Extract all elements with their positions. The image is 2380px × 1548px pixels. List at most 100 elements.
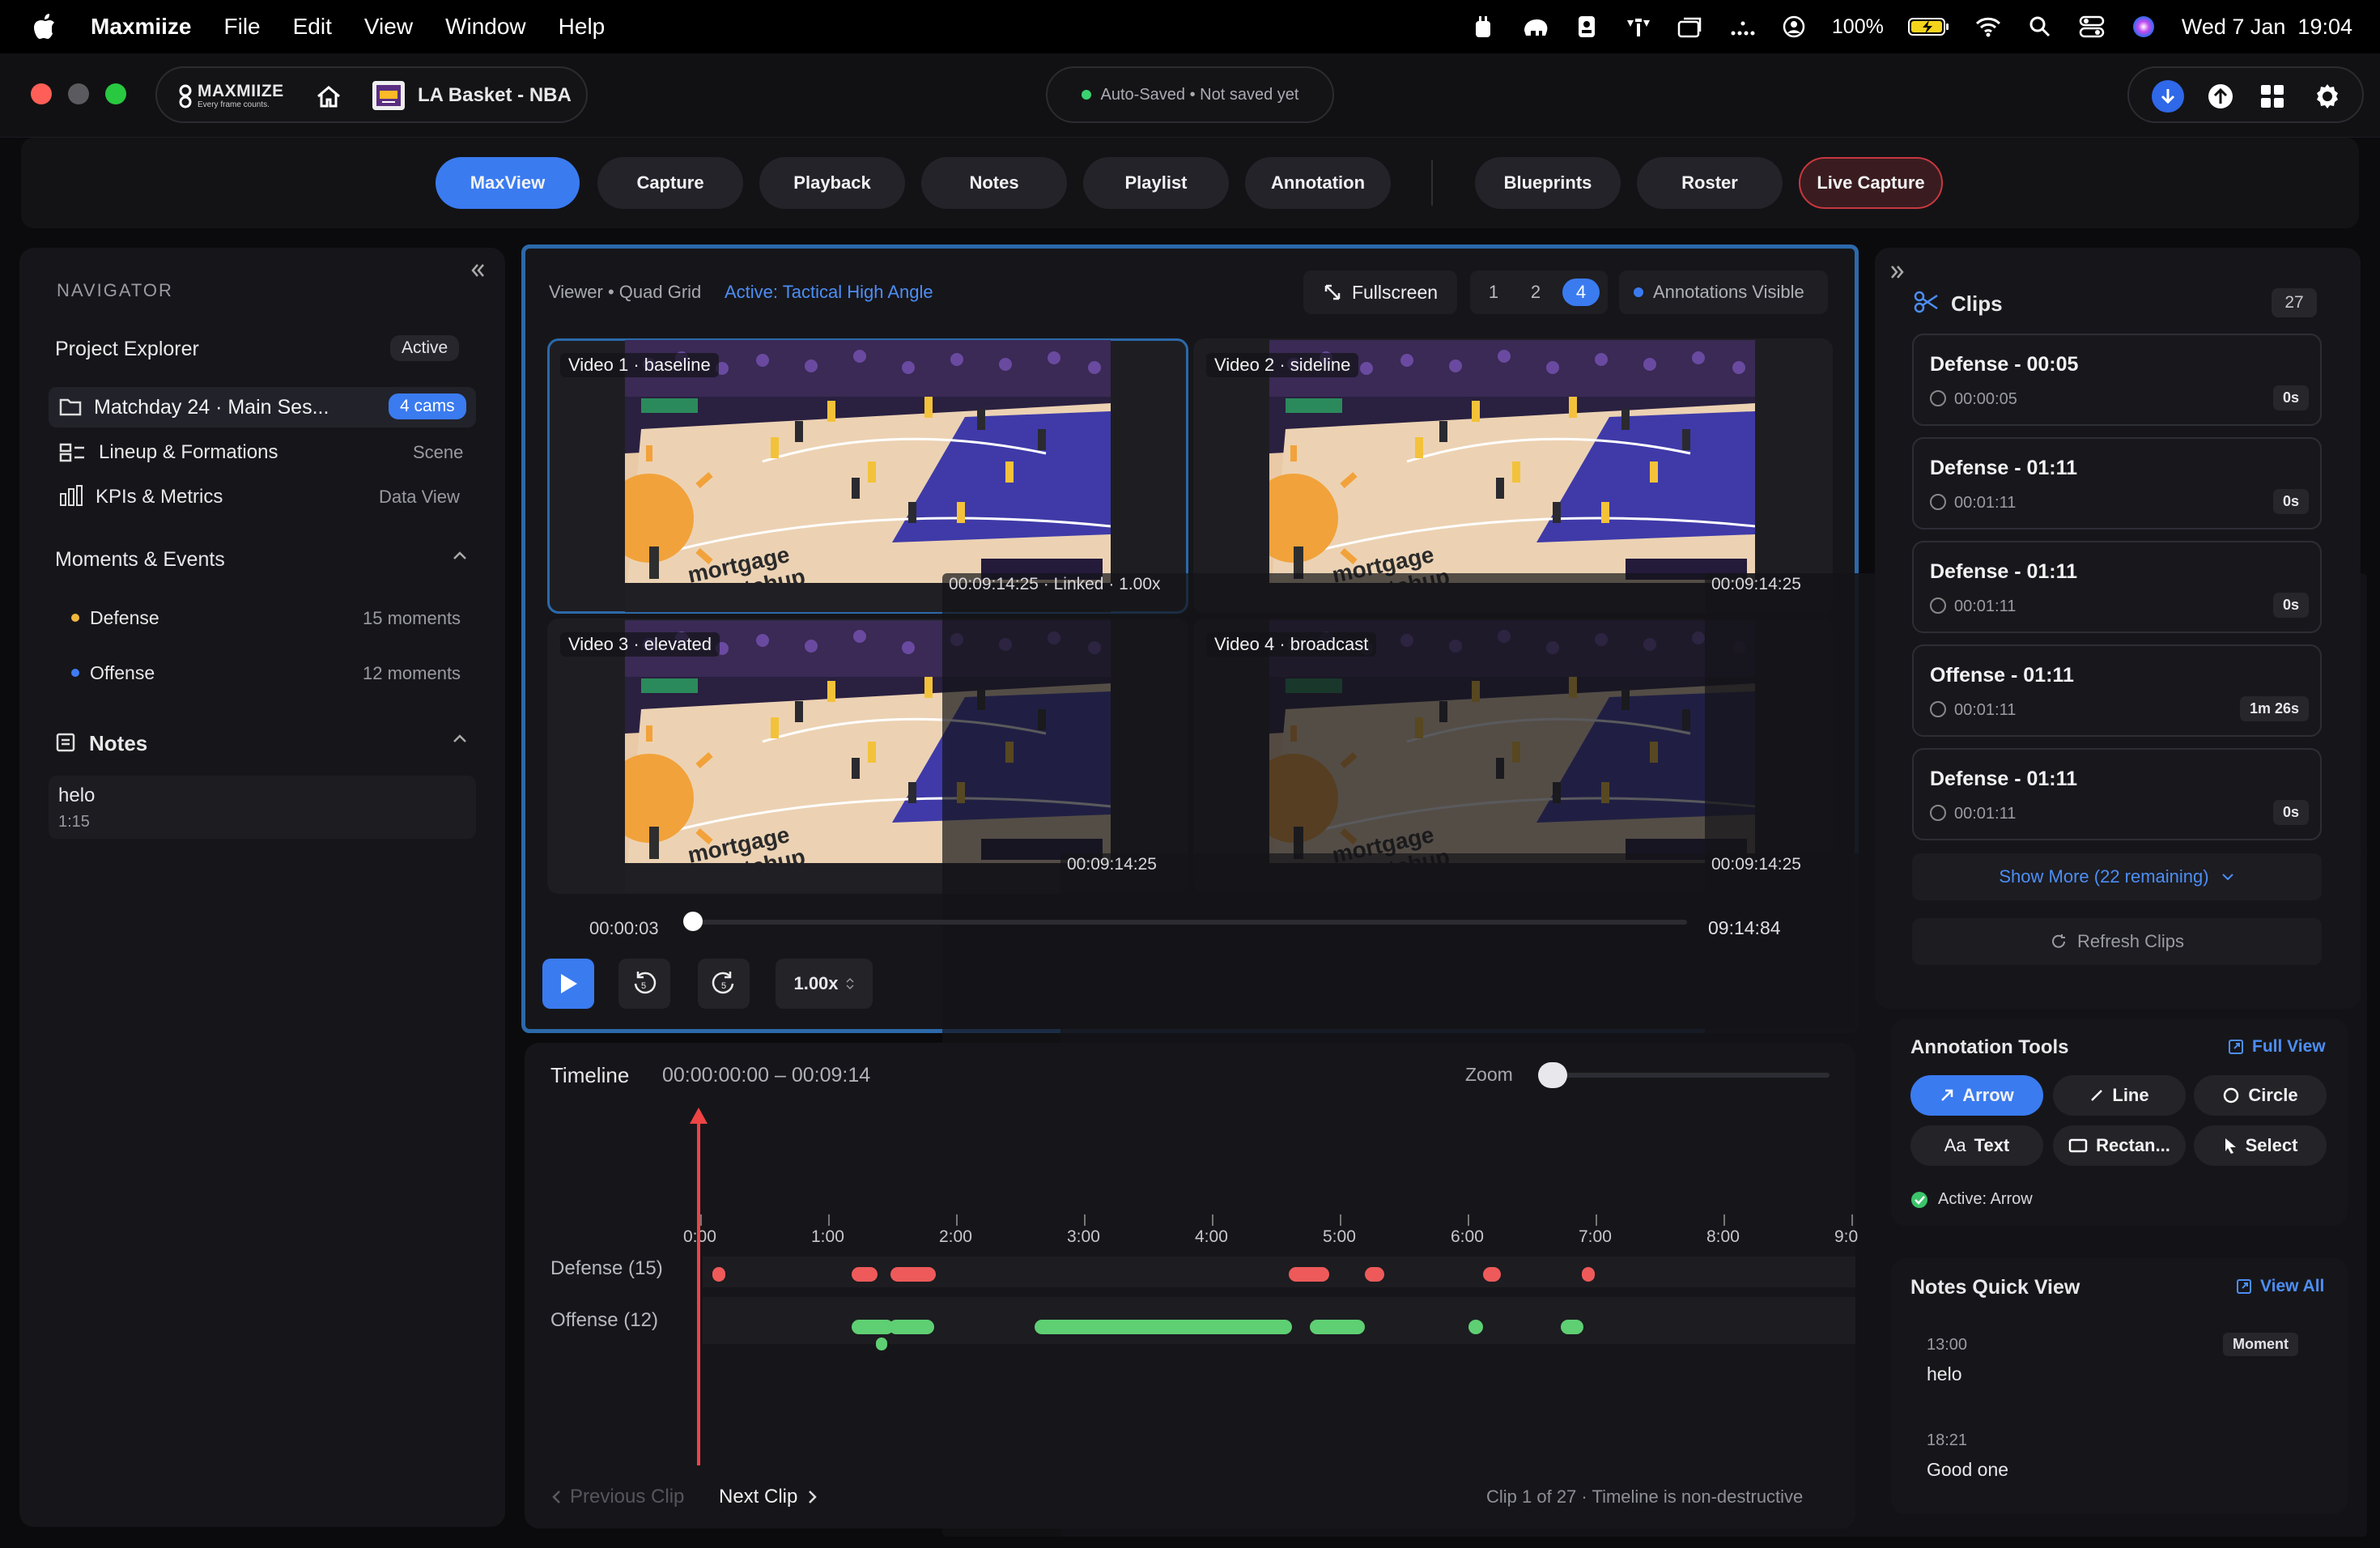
grid-option-4[interactable]: 4 [1562,279,1600,306]
battery-icon[interactable] [1907,15,1950,39]
upload-icon[interactable] [2205,81,2236,116]
tool-select[interactable]: Select [2194,1125,2327,1166]
skip-forward-button[interactable]: 5 [698,959,750,1009]
fullscreen-button[interactable]: Fullscreen [1303,270,1457,314]
moment-defense-label[interactable]: Defense [90,607,159,629]
live-capture-button[interactable]: Live Capture [1799,157,1943,209]
refresh-clips-button[interactable]: Refresh Clips [1912,918,2322,965]
home-icon[interactable] [316,84,342,113]
defense-clip-marker[interactable] [712,1267,725,1282]
tool-line[interactable]: Line [2053,1075,2186,1116]
status-dots-icon[interactable] [1728,15,1756,39]
tab-maxview[interactable]: MaxView [436,157,580,209]
defense-clip-marker[interactable] [1365,1267,1384,1282]
clip-card[interactable]: Defense - 01:11 00:01:11 0s [1912,541,2322,633]
show-more-clips-button[interactable]: Show More (22 remaining) [1912,853,2322,900]
note-card[interactable] [49,776,476,839]
playhead-triangle-icon[interactable] [690,1108,708,1124]
status-app-icon-3[interactable] [1625,15,1652,39]
offense-clip-marker[interactable] [1310,1320,1365,1334]
offense-clip-marker[interactable] [1035,1320,1292,1334]
control-center-icon[interactable] [2078,15,2106,39]
download-icon[interactable] [2152,80,2184,113]
play-button[interactable] [542,959,594,1009]
menu-window[interactable]: Window [445,14,526,40]
status-window-icon[interactable] [1677,15,1704,39]
tab-playlist[interactable]: Playlist [1083,157,1229,209]
full-view-link[interactable]: Full View [2228,1037,2326,1057]
expand-right-icon[interactable] [1888,262,1907,286]
nav-item-lineup-label[interactable]: Lineup & Formations [99,441,278,464]
moments-heading[interactable]: Moments & Events [55,548,225,572]
view-all-notes-link[interactable]: View All [2236,1277,2324,1296]
menu-edit[interactable]: Edit [293,14,332,40]
clip-card[interactable]: Defense - 00:05 00:00:05 0s [1912,334,2322,426]
defense-clip-marker[interactable] [1582,1267,1595,1282]
menubar-clock[interactable]: Wed 7 Jan 19:04 [2182,15,2352,40]
collapse-left-icon[interactable] [468,261,487,284]
offense-clip-marker[interactable] [852,1320,894,1334]
next-clip-button[interactable]: Next Clip [719,1486,818,1508]
tab-capture[interactable]: Capture [597,157,743,209]
scrubber-handle[interactable] [683,912,703,931]
chevron-up-icon[interactable] [450,547,470,568]
clip-card[interactable]: Offense - 01:11 00:01:11 1m 26s [1912,644,2322,737]
team-logo-icon [372,81,405,110]
spotlight-search-icon[interactable] [2026,15,2054,39]
defense-clip-marker[interactable] [890,1267,936,1282]
nav-item-kpis-label[interactable]: KPIs & Metrics [96,486,223,508]
siri-icon[interactable] [2130,15,2157,39]
clip-card[interactable]: Defense - 01:11 00:01:11 0s [1912,748,2322,840]
tool-arrow[interactable]: Arrow [1910,1075,2043,1116]
status-elephant-icon[interactable] [1521,15,1549,39]
tab-annotation[interactable]: Annotation [1245,157,1391,209]
quick-note-1[interactable] [1910,1320,2331,1397]
grid-option-2[interactable]: 2 [1524,280,1548,304]
moment-offense-label[interactable]: Offense [90,662,155,684]
grid-option-1[interactable]: 1 [1481,280,1506,304]
tool-rectangle[interactable]: Rectan... [2053,1125,2186,1166]
zoom-window-button[interactable] [105,83,126,104]
notes-chevron-up-icon[interactable] [450,730,470,751]
defense-clip-marker[interactable] [1483,1267,1501,1282]
tab-blueprints[interactable]: Blueprints [1475,157,1621,209]
previous-clip-button[interactable]: Previous Clip [550,1486,684,1508]
menu-file[interactable]: File [224,14,261,40]
playhead[interactable] [697,1119,700,1465]
offense-clip-marker[interactable] [1561,1320,1583,1334]
zoom-slider[interactable] [1548,1073,1830,1078]
defense-clip-marker[interactable] [852,1267,878,1282]
minimize-window-button[interactable] [68,83,89,104]
annotations-visible-toggle[interactable]: Annotations Visible [1619,270,1828,314]
tab-roster[interactable]: Roster [1637,157,1783,209]
close-window-button[interactable] [31,83,52,104]
menu-help[interactable]: Help [559,14,606,40]
tab-playback[interactable]: Playback [759,157,905,209]
notes-heading[interactable]: Notes [89,731,147,756]
offense-clip-marker[interactable] [889,1320,934,1334]
tool-circle[interactable]: Circle [2194,1075,2327,1116]
wifi-icon[interactable] [1974,15,2002,39]
playback-scrubber[interactable] [690,920,1687,925]
active-camera-label[interactable]: Active: Tactical High Angle [725,282,933,303]
menu-view[interactable]: View [364,14,413,40]
apple-icon[interactable] [32,13,57,40]
tab-notes[interactable]: Notes [921,157,1067,209]
clip-card[interactable]: Defense - 01:11 00:01:11 0s [1912,437,2322,529]
project-title[interactable]: LA Basket - NBA [418,84,572,107]
app-menu[interactable]: Maxmiize [91,14,192,40]
zoom-slider-handle[interactable] [1538,1062,1567,1088]
status-app-icon-2[interactable] [1573,15,1600,39]
defense-clip-marker[interactable] [1289,1267,1329,1282]
settings-gear-icon[interactable] [2312,81,2343,116]
playback-speed-select[interactable]: 1.00x [776,959,873,1009]
status-app-icon-1[interactable] [1469,15,1497,39]
tool-text[interactable]: Aa Text [1910,1125,2043,1166]
skip-back-button[interactable]: 5 [618,959,670,1009]
quick-note-2[interactable] [1910,1417,2331,1495]
offense-clip-marker[interactable] [876,1337,887,1350]
refresh-icon [2051,934,2065,948]
user-icon[interactable] [1780,15,1808,39]
offense-clip-marker[interactable] [1468,1320,1483,1334]
grid-apps-icon[interactable] [2259,83,2286,114]
